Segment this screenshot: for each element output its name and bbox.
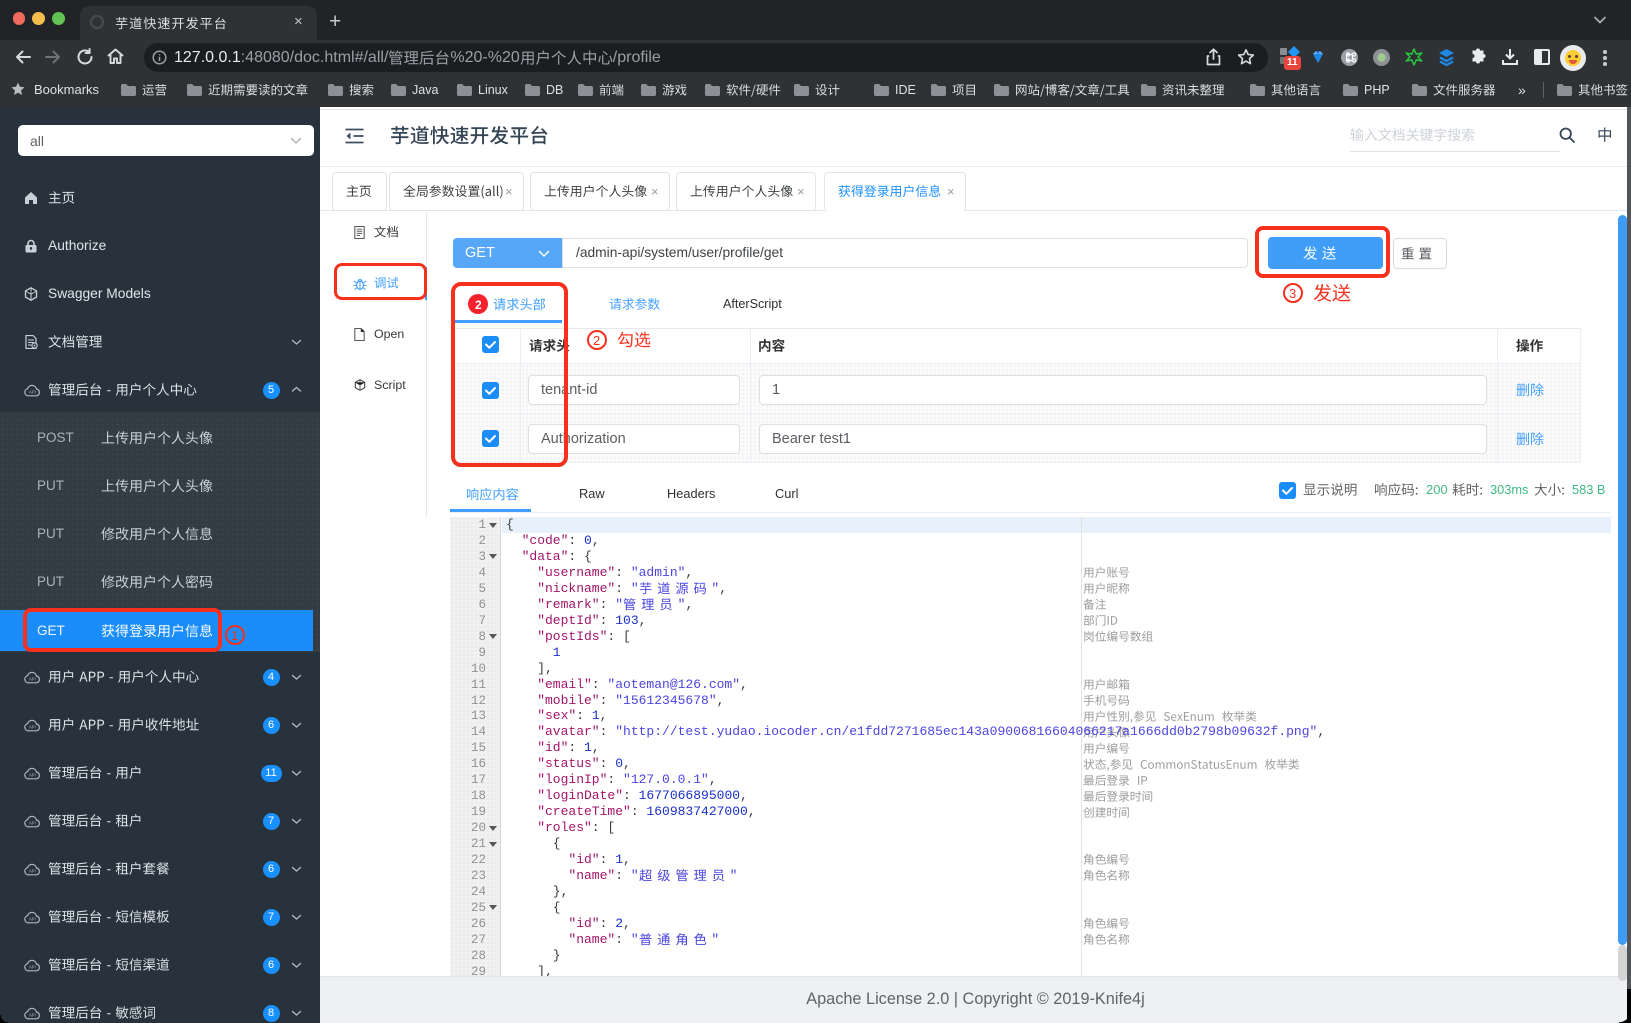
- svg-text:API: API: [29, 772, 36, 777]
- svg-text:API: API: [29, 868, 36, 873]
- svg-text:API: API: [29, 389, 36, 394]
- svg-text:API: API: [29, 916, 36, 921]
- svg-text:API: API: [29, 1012, 36, 1017]
- svg-text:API: API: [29, 676, 36, 681]
- svg-text:API: API: [29, 964, 36, 969]
- svg-text:API: API: [29, 820, 36, 825]
- svg-text:API: API: [29, 724, 36, 729]
